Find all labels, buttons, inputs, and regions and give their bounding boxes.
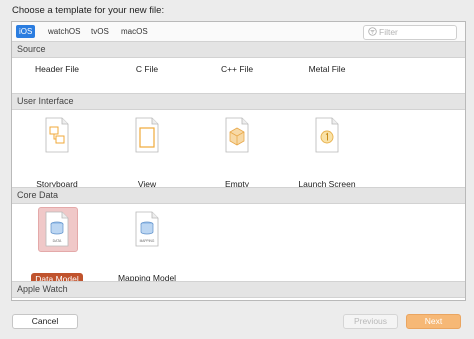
tab-tvos[interactable]: tvOS (88, 25, 112, 38)
section-header-source: Source (12, 41, 465, 58)
icon-caption: DATA (53, 239, 62, 243)
next-button[interactable]: Next (406, 314, 461, 329)
dialog-title: Choose a template for your new file: (12, 5, 165, 16)
template-label: Metal File (308, 64, 346, 74)
icon-caption: MAPPING (140, 239, 155, 243)
filter-placeholder: Filter (379, 27, 398, 37)
empty-file-icon (225, 117, 249, 153)
cancel-button[interactable]: Cancel (12, 314, 78, 329)
filter-icon (368, 27, 377, 36)
section-header-user-interface: User Interface (12, 93, 465, 110)
previous-button[interactable]: Previous (343, 314, 398, 329)
template-label: C++ File (220, 64, 254, 74)
mapping-model-file-icon: MAPPING (135, 211, 159, 247)
template-label: C File (135, 64, 159, 74)
data-model-file-icon: DATA (45, 211, 69, 247)
view-file-icon (135, 117, 159, 153)
tab-macos[interactable]: macOS (118, 25, 151, 38)
launch-screen-file-icon (315, 117, 339, 153)
tab-watchos[interactable]: watchOS (45, 25, 83, 38)
filter-field[interactable]: Filter (363, 25, 457, 40)
template-panel: iOS watchOS tvOS macOS Filter Source Hea… (11, 21, 466, 301)
storyboard-file-icon (45, 117, 69, 153)
section-header-core-data: Core Data (12, 187, 465, 204)
section-header-apple-watch: Apple Watch (12, 281, 465, 298)
template-label: Header File (35, 64, 79, 74)
platform-tab-bar: iOS watchOS tvOS macOS Filter (12, 22, 465, 42)
tab-ios[interactable]: iOS (16, 25, 36, 38)
